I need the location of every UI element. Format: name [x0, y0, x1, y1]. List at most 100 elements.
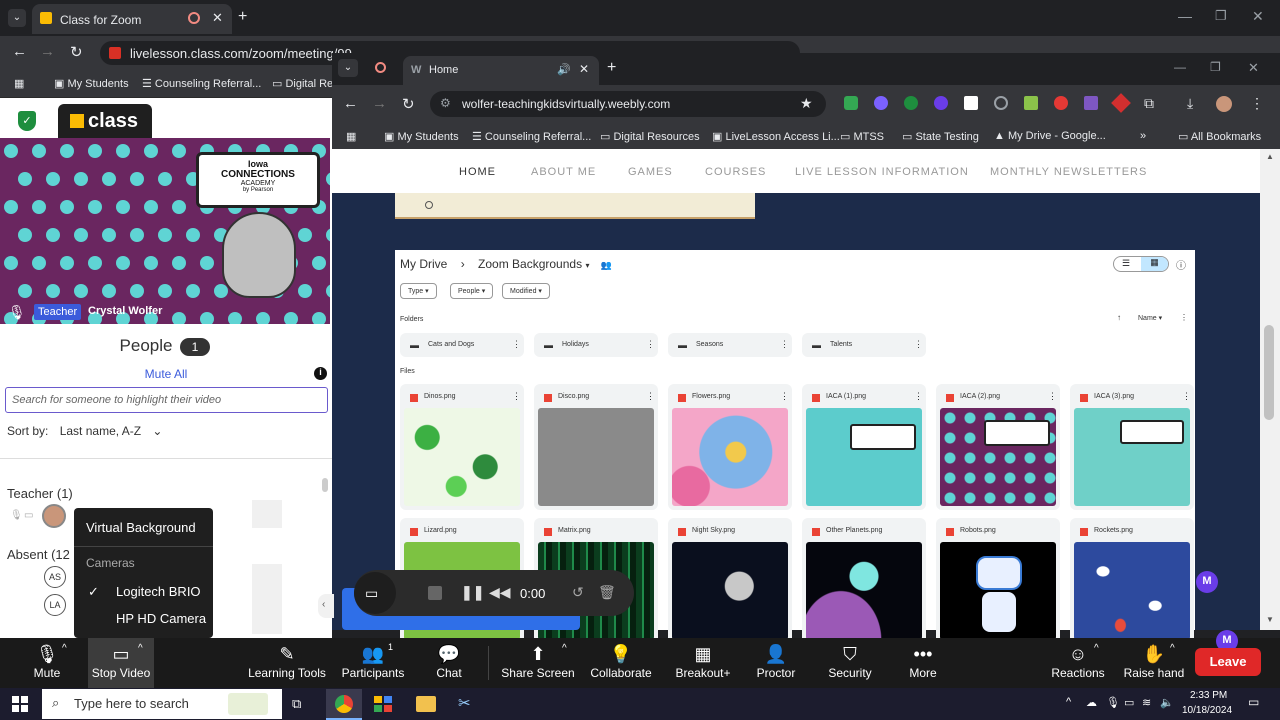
leave-button[interactable]: Leave [1195, 648, 1261, 676]
info-icon[interactable]: i [314, 367, 327, 380]
filter-people[interactable]: People ▾ [450, 283, 494, 299]
folder-menu-icon[interactable]: ⋮ [646, 339, 655, 350]
breakout-button[interactable]: ▦ Breakout+ [674, 638, 732, 688]
more-button[interactable]: ••• More [904, 638, 942, 688]
nav-courses[interactable]: COURSES [705, 166, 766, 178]
apps-icon[interactable]: ▦ [14, 77, 24, 90]
folder-holidays[interactable]: ▬ Holidays ⋮ [534, 333, 658, 357]
collaborate-button[interactable]: 💡 Collaborate [590, 638, 652, 688]
scroll-down-arrow-icon[interactable]: ▼ [1266, 615, 1274, 624]
download-icon[interactable]: ⤓ [1187, 95, 1193, 112]
apps-icon[interactable]: ▦ [346, 130, 356, 143]
inner-bookmark-3[interactable]: ▭ Digital Resources [600, 130, 700, 143]
window-close-icon[interactable]: ✕ [1248, 60, 1259, 76]
filter-modified[interactable]: Modified ▾ [502, 283, 550, 299]
display-icon[interactable]: ▭ [1124, 696, 1134, 709]
inner-address-bar[interactable]: ⚙ wolfer-teachingkidsvirtually.weebly.co… [430, 91, 826, 117]
breadcrumb-root[interactable]: My Drive [400, 257, 447, 271]
trash-icon[interactable]: 🗑 [598, 584, 616, 601]
pause-icon[interactable]: ❚❚ [461, 584, 484, 601]
camera-option-hp[interactable]: HP HD Camera [116, 611, 206, 626]
snipping-tool-icon[interactable]: ✂ [458, 694, 471, 712]
site-settings-icon[interactable]: ⚙ [440, 96, 451, 110]
notifications-icon[interactable]: ▭ [1248, 695, 1259, 709]
file-menu-icon[interactable]: ⋮ [646, 391, 655, 402]
forward-icon[interactable]: → [40, 43, 55, 60]
nav-monthly-newsletters[interactable]: MONTHLY NEWSLETTERS [990, 166, 1147, 178]
chat-button[interactable]: 💬 Chat [430, 638, 468, 688]
wifi-icon[interactable]: ≋ [1142, 696, 1151, 709]
minimize-icon[interactable]: — [1174, 60, 1186, 74]
filter-type[interactable]: Type ▾ [400, 283, 437, 299]
inner-bookmark-4[interactable]: ▣ LiveLesson Access Li... [712, 130, 840, 143]
file-menu-icon[interactable]: ⋮ [1182, 391, 1191, 402]
highlight-search-input[interactable]: Search for someone to highlight their vi… [5, 387, 328, 413]
extension-screenshot-icon[interactable] [964, 96, 978, 110]
stop-video-button[interactable]: ▭ Stop Video [88, 638, 154, 688]
microphone-tray-icon[interactable]: 🎙 [1106, 696, 1120, 709]
inner-bookmark-1[interactable]: ▣ My Students [384, 130, 459, 143]
minimize-icon[interactable]: — [1178, 8, 1192, 24]
file-card-other-planets[interactable]: Other Planets.png [802, 518, 926, 644]
extension-grammar-icon[interactable] [904, 96, 918, 110]
reactions-chevron-icon[interactable]: ^ [1094, 643, 1099, 654]
security-button[interactable]: ⛉ Security [826, 638, 874, 688]
panel-scrollbar[interactable] [322, 478, 328, 492]
folder-cats-and-dogs[interactable]: ▬ Cats and Dogs ⋮ [400, 333, 524, 357]
sort-direction-icon[interactable]: ↑ [1117, 313, 1121, 322]
grid-view-icon[interactable]: ▦ [1141, 257, 1168, 271]
extension-timer-icon[interactable] [994, 96, 1008, 110]
extension-purple-icon[interactable] [874, 96, 888, 110]
profile-avatar[interactable] [1216, 96, 1232, 112]
recorder-camera-button[interactable]: ▭ [354, 572, 396, 614]
inner-bookmark-7[interactable]: ▲ My Drive - Google... [994, 130, 1106, 142]
view-toggle[interactable]: ☰ ▦ [1113, 256, 1169, 272]
outer-bookmark-3[interactable]: ▭ Digital Re [272, 77, 333, 90]
drive-more-icon[interactable]: ⋮ [1180, 313, 1188, 322]
tray-expand-icon[interactable]: ^ [1066, 696, 1071, 708]
extension-record-icon[interactable] [1054, 96, 1068, 110]
new-tab-icon[interactable]: + [238, 8, 247, 26]
proctor-button[interactable]: 👤 Proctor [754, 638, 798, 688]
file-card-iaca-1[interactable]: IACA (1).png ⋮ [802, 384, 926, 510]
file-explorer-icon[interactable] [416, 696, 436, 712]
stop-recording-icon[interactable] [428, 586, 442, 600]
network-icon[interactable]: ☁ [1086, 696, 1097, 709]
windows-start-icon[interactable] [12, 696, 28, 712]
folder-menu-icon[interactable]: ⋮ [780, 339, 789, 350]
nav-about-me[interactable]: ABOUT ME [531, 166, 596, 178]
mute-options-chevron-icon[interactable]: ^ [62, 643, 67, 654]
task-view-icon[interactable]: ⧉ [292, 696, 301, 712]
kebab-menu-icon[interactable]: ⋮ [1250, 95, 1264, 112]
file-menu-icon[interactable]: ⋮ [780, 391, 789, 402]
restart-icon[interactable]: ↺ [572, 584, 584, 601]
new-tab-icon[interactable]: + [607, 59, 616, 77]
extension-m-icon[interactable] [934, 96, 948, 110]
teacher-video-tile[interactable]: Iowa CONNECTIONS ACADEMY by Pearson [0, 138, 330, 324]
file-menu-icon[interactable]: ⋮ [1048, 391, 1057, 402]
video-options-chevron-icon[interactable]: ^ [138, 643, 143, 654]
camera-option-logitech[interactable]: Logitech BRIO [116, 584, 201, 599]
file-card-iaca-3[interactable]: IACA (3).png ⋮ [1070, 384, 1194, 510]
nav-games[interactable]: GAMES [628, 166, 673, 178]
list-view-icon[interactable]: ☰ [1122, 258, 1130, 269]
collapse-panel-icon[interactable]: ‹ [318, 594, 334, 618]
raise-hand-button[interactable]: ✋ Raise hand [1122, 638, 1186, 688]
outer-tab-class-zoom[interactable]: Class for Zoom ✕ [32, 4, 232, 34]
all-bookmarks[interactable]: ▭ All Bookmarks [1178, 130, 1261, 143]
tab-search-button[interactable]: ⌄ [8, 9, 26, 27]
folder-seasons[interactable]: ▬ Seasons ⋮ [668, 333, 792, 357]
file-card-dinos[interactable]: Dinos.png ⋮ [400, 384, 524, 510]
extension-chat-icon[interactable] [1084, 96, 1098, 110]
inner-bookmark-2[interactable]: ☰ Counseling Referral... [472, 130, 591, 143]
volume-icon[interactable]: 🔈 [1160, 696, 1174, 709]
mute-all-link[interactable]: Mute All [0, 367, 332, 381]
file-menu-icon[interactable]: ⋮ [512, 391, 521, 402]
inner-tab-search-button[interactable]: ⌄ [338, 59, 358, 77]
extension-leaf-icon[interactable] [1024, 96, 1038, 110]
outer-bookmark-1[interactable]: ▣ My Students [54, 77, 129, 90]
forward-icon[interactable]: → [372, 95, 387, 112]
inner-tab-home[interactable]: W Home 🔊 ✕ [403, 56, 599, 85]
breadcrumb-folder[interactable]: Zoom Backgrounds [478, 257, 582, 271]
taskbar-class-app-icon[interactable] [374, 696, 392, 712]
